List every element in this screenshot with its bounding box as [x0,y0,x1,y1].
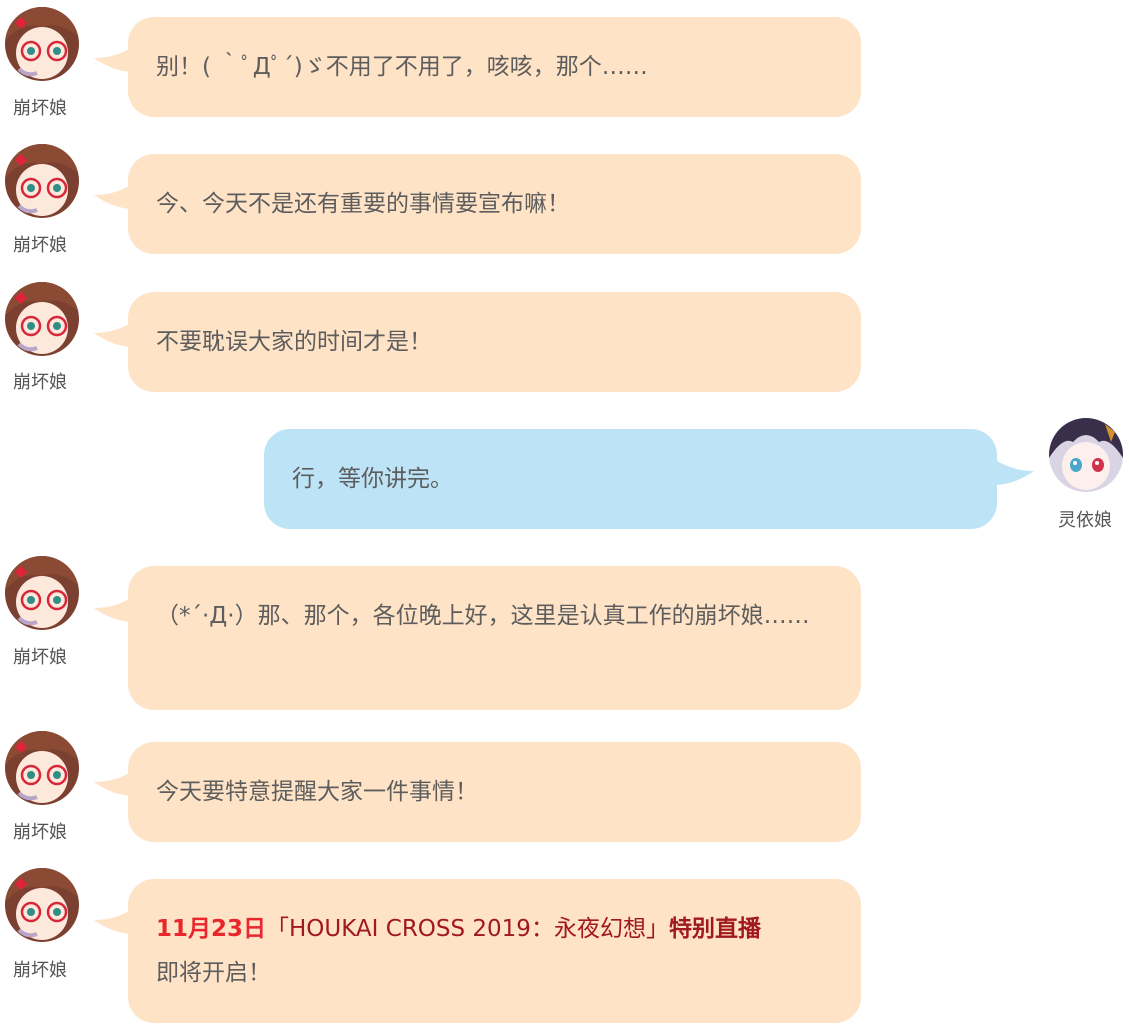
houkai-girl-avatar-icon[interactable] [5,731,79,805]
message-bubble: 今、今天不是还有重要的事情要宣布嘛！ [128,154,861,254]
speaker-name: 崩坏娘 [13,372,67,393]
houkai-girl-avatar-icon[interactable] [5,282,79,356]
event-highlight: 特别直播 [668,916,761,942]
speaker-name: 崩坏娘 [13,98,67,119]
message-text: 行，等你讲完。 [292,466,453,492]
speaker-name: 崩坏娘 [13,235,67,256]
message-bubble: 不要耽误大家的时间才是！ [128,292,861,392]
event-date: 11月23日 [156,916,267,942]
message-text: 今天要特意提醒大家一件事情！ [156,779,478,805]
message-text: 即将开启！ [156,960,271,986]
speaker-name: 灵依娘 [1058,510,1112,531]
lingyi-girl-avatar-icon[interactable] [1049,418,1123,492]
message-text: 今、今天不是还有重要的事情要宣布嘛！ [156,191,570,217]
message-bubble: （*´·Д·）那、那个，各位晚上好，这里是认真工作的崩坏娘…… [128,566,861,710]
houkai-girl-avatar-icon[interactable] [5,868,79,942]
speaker-name: 崩坏娘 [13,822,67,843]
houkai-girl-avatar-icon[interactable] [5,7,79,81]
bubble-tail [994,459,1034,485]
houkai-girl-avatar-icon[interactable] [5,556,79,630]
message-bubble: 别！( ｀ﾟДﾟ´)ゞ不用了不用了，咳咳，那个…… [128,17,861,117]
message-bubble: 11月23日「HOUKAI CROSS 2019：永夜幻想」特别直播即将开启！ [128,879,861,1023]
houkai-girl-avatar-icon[interactable] [5,144,79,218]
event-name: 「HOUKAI CROSS 2019：永夜幻想」 [266,916,669,942]
message-bubble: 今天要特意提醒大家一件事情！ [128,742,861,842]
message-text: 不要耽误大家的时间才是！ [156,329,432,355]
speaker-name: 崩坏娘 [13,960,67,981]
message-text: （*´·Д·）那、那个，各位晚上好，这里是认真工作的崩坏娘…… [156,603,810,629]
message-text: 别！( ｀ﾟДﾟ´)ゞ不用了不用了，咳咳，那个…… [156,54,648,80]
speaker-name: 崩坏娘 [13,647,67,668]
message-bubble: 行，等你讲完。 [264,429,997,529]
